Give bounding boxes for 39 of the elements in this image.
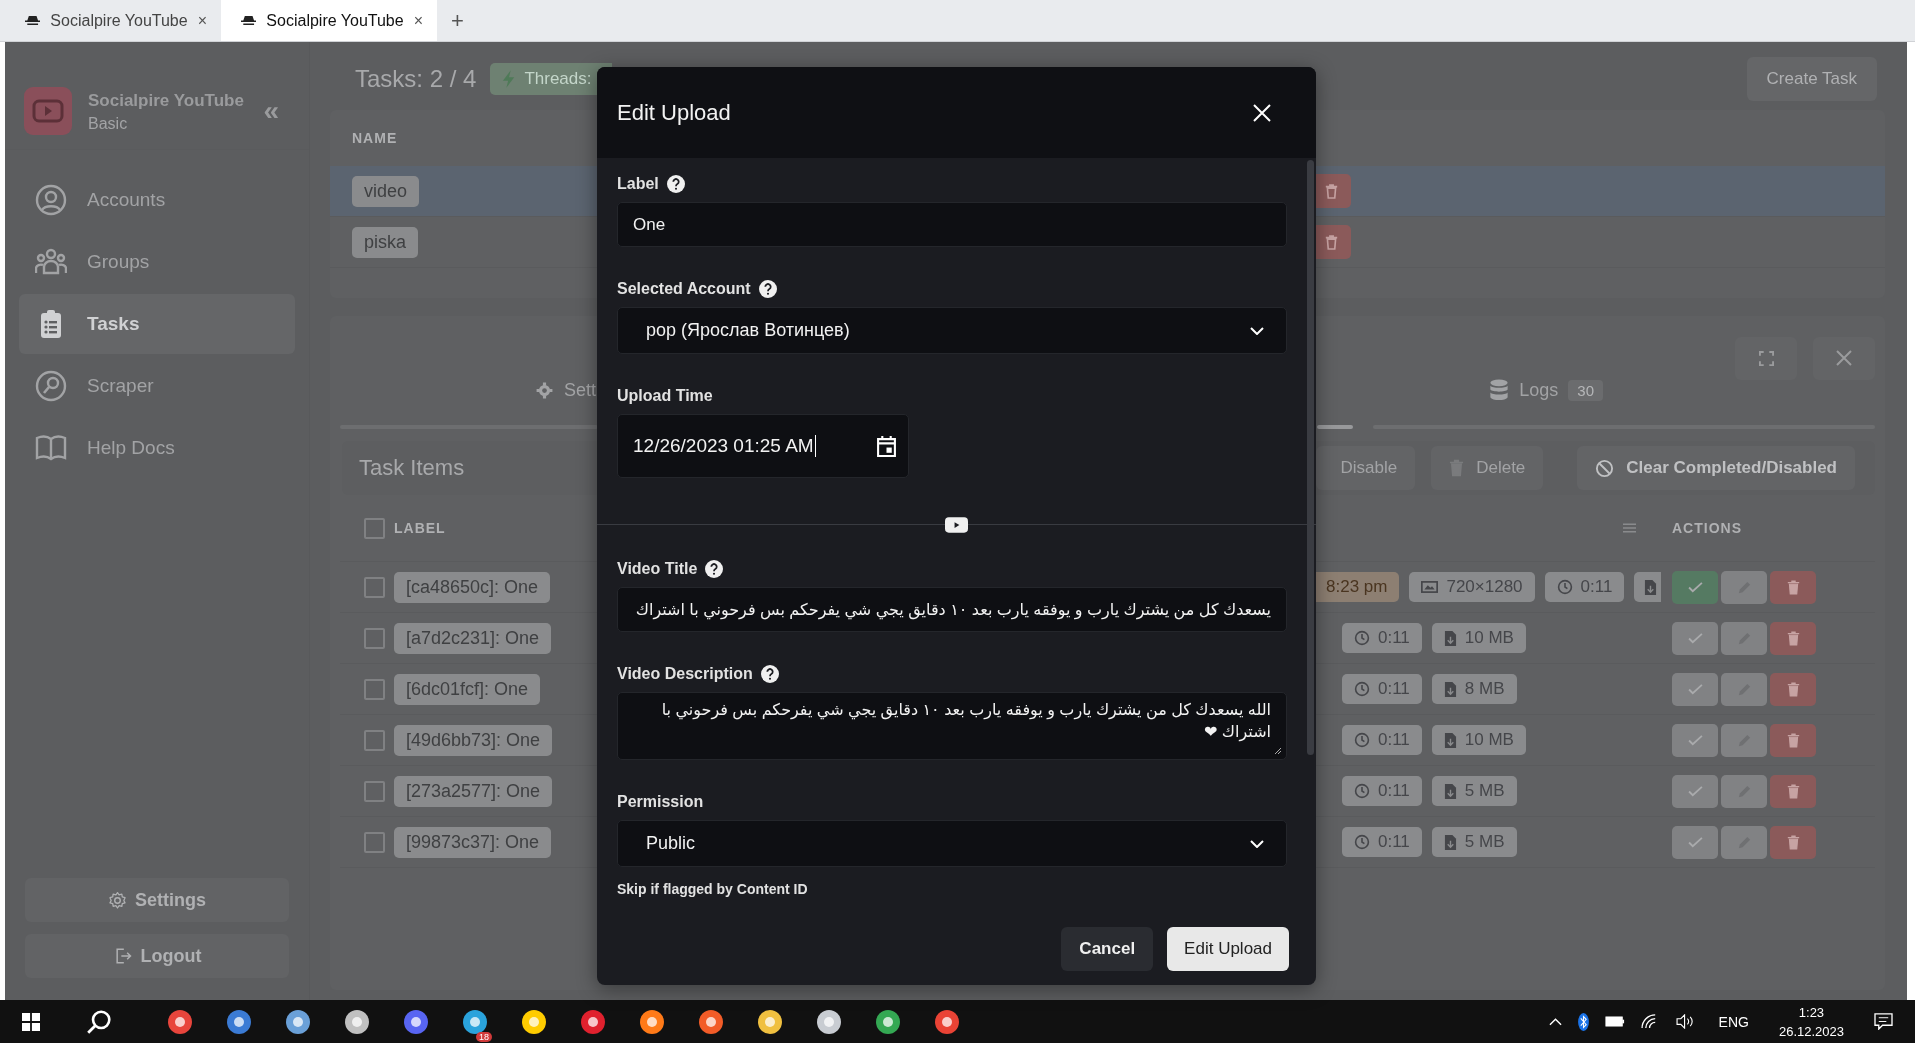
field-label: Video Title [617,560,698,578]
item-label-tag: [6dc01fcf]: One [394,673,541,705]
field-label: Upload Time [617,387,713,405]
size-tag: 8 MB [1431,674,1517,704]
item-label-tag: [a7d2c231]: One [394,622,552,654]
column-header: ACTIONS [1672,520,1743,536]
field-label: Label [617,175,659,193]
item-label-tag: [99873c37]: One [394,826,552,858]
section-title: Task Items [359,455,465,481]
task-name-tag: video [352,175,420,207]
duration-tag: 0:11 [1342,623,1422,653]
threads-label: Threads: [524,69,592,89]
size-tag: 5 MB [1431,827,1517,857]
duration-tag: 0:11 [1342,725,1422,755]
column-header: NAME [352,130,398,146]
item-label-tag: [273a2577]: One [394,775,553,807]
duration-tag: 0:11 [1342,776,1422,806]
notification-badge: 18 [476,1031,492,1042]
size-tag: 10 MB [1431,623,1526,653]
resolution-tag: 720×1280 [1409,572,1535,602]
dialog-title: Edit Upload [617,99,732,126]
field-label: Permission [617,793,704,811]
column-header: LABEL [394,520,446,536]
task-name-tag: piska [352,226,419,258]
size-tag: 10 MB [1431,725,1526,755]
plan-label: Basic [88,114,129,133]
duration-tag: 0:11 [1342,674,1422,704]
duration-tag: 0:11 [1342,827,1422,857]
app-name: Socialpire YouTube [88,90,245,111]
page-title: Tasks: 2 / 4 [354,65,477,93]
field-label: Video Description [617,665,753,683]
log-count-badge: 30 [1568,379,1603,401]
item-label-tag: [49d6bb73]: One [394,724,553,756]
field-label: Selected Account [617,280,751,298]
item-label-tag: [ca48650c]: One [394,571,551,603]
time-tag: 8:23 pm [1314,572,1400,602]
size-tag: 5 MB [1431,776,1517,806]
duration-tag: 0:11 [1544,572,1625,602]
field-label: Skip if flagged by Content ID [617,881,809,897]
